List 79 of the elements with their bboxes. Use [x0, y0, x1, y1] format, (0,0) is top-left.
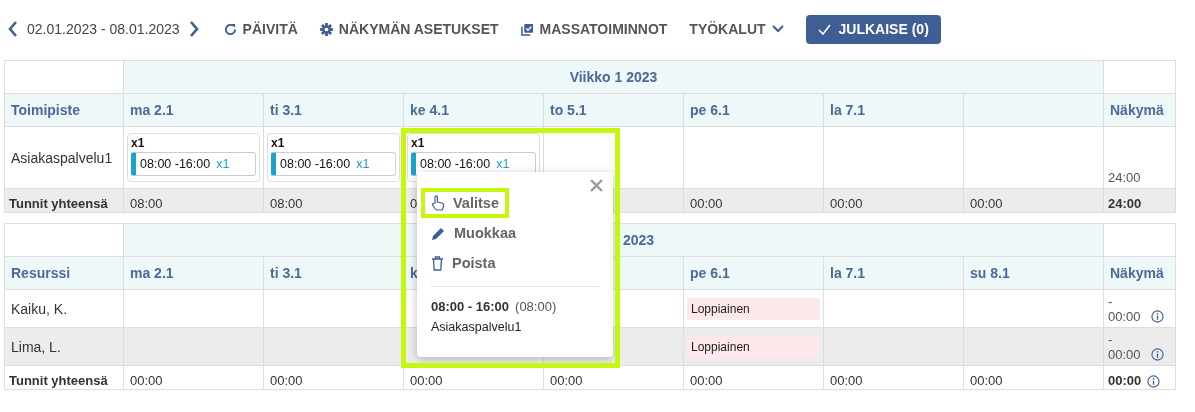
holiday-label: Loppiainen [687, 297, 820, 320]
publish-button[interactable]: JULKAISE (0) [805, 14, 941, 44]
column-header: la 7.1 [824, 94, 964, 127]
slot-count: x1 [356, 157, 370, 171]
column-header: ma 2.1 [124, 94, 264, 127]
total-hours: 00:00 [124, 366, 264, 390]
totals-label: Tunnit yhteensä [5, 366, 124, 390]
column-header: Resurssi [5, 257, 124, 290]
shift-time: 08:00 -16:00 [420, 157, 491, 171]
column-header: pe 6.1 [684, 94, 824, 127]
shift-location: Asiakaspalvelu1 [431, 320, 523, 334]
totals-label: Tunnit yhteensä [5, 189, 124, 213]
column-header: la 7.1 [824, 257, 964, 290]
total-hours: 00:00 [964, 189, 1104, 213]
column-header: pe 6.1 [684, 257, 824, 290]
slot-count: x1 [216, 157, 230, 171]
dash: - [1108, 294, 1113, 309]
slot-count: x1 [496, 157, 510, 171]
view-hours: 00:00 [1108, 309, 1141, 324]
shift-card[interactable]: x1 08:00 -16:00 x1 [267, 133, 400, 182]
column-header: Näkymä [1104, 94, 1176, 127]
toolbar-button[interactable]: MASSATOIMINNOT [520, 21, 668, 37]
toolbar-button[interactable]: NÄKYMÄN ASETUKSET [319, 21, 499, 37]
total-hours: 00:00 [544, 366, 684, 390]
hand-pointer-icon [431, 195, 445, 211]
column-header: ti 3.1 [264, 257, 404, 290]
trash-icon [431, 255, 444, 271]
shift-time: 08:00 - 16:00 [431, 299, 510, 314]
view-hours: 00:00 [1108, 347, 1141, 362]
info-icon[interactable] [1147, 375, 1161, 388]
previous-icon[interactable] [8, 21, 18, 37]
shift-time: 08:00 -16:00 [140, 157, 211, 171]
shift-duration: (08:00) [515, 299, 557, 314]
shift-card[interactable]: x1 08:00 -16:00 x1 [127, 133, 260, 182]
menu-item[interactable]: Valitse [421, 188, 509, 218]
column-header: Toimipiste [5, 94, 124, 127]
chevron-down-icon [771, 25, 784, 33]
total-hours: 00:00 [824, 189, 964, 213]
row-label: Kaiku, K. [5, 290, 124, 328]
total-hours: 00:00 [824, 366, 964, 390]
toolbar-button[interactable]: TYÖKALUT [689, 21, 784, 37]
info-icon[interactable] [1150, 348, 1164, 361]
column-header: ti 3.1 [264, 94, 404, 127]
holiday-label: Loppiainen [687, 335, 820, 358]
shift-count: x1 [131, 136, 146, 150]
total-hours: 00:00 [964, 366, 1104, 390]
total-hours: 08:00 [264, 189, 404, 213]
shift-slot[interactable]: 08:00 -16:00 x1 [271, 152, 396, 176]
close-icon[interactable] [590, 179, 603, 192]
shift-time: 08:00 -16:00 [280, 157, 351, 171]
settings-icon [319, 22, 333, 36]
column-header: ke 4.1 [404, 94, 544, 127]
grand-total: 24:00 [1108, 196, 1142, 211]
refresh-icon [223, 22, 237, 36]
shift-count: x1 [271, 136, 286, 150]
row-label: Asiakaspalvelu1 [5, 127, 124, 189]
view-hours: 24:00 [1108, 170, 1141, 185]
column-header: ma 2.1 [124, 257, 264, 290]
total-hours: 00:00 [404, 366, 544, 390]
grand-total: 00:00 [1108, 373, 1142, 388]
total-hours: 00:00 [684, 189, 824, 213]
row-label: Lima, L. [5, 328, 124, 366]
check-icon [817, 23, 831, 35]
column-header: to 5.1 [544, 94, 684, 127]
date-range: 02.01.2023 - 08.01.2023 [27, 21, 180, 37]
next-icon[interactable] [188, 21, 199, 37]
column-header: Näkymä [1104, 257, 1176, 290]
week-header: Viikko 1 2023 [124, 61, 1104, 94]
toolbar-button[interactable]: PÄIVITÄ [223, 21, 298, 37]
stacked-check-icon [520, 22, 534, 36]
dash: - [1108, 332, 1113, 347]
info-icon[interactable] [1150, 310, 1164, 323]
pencil-icon [431, 225, 446, 241]
total-hours: 00:00 [684, 366, 824, 390]
column-header: su 8.1 [964, 257, 1104, 290]
shift-count: x1 [411, 136, 426, 150]
total-hours: 00:00 [264, 366, 404, 390]
total-hours: 08:00 [124, 189, 264, 213]
shift-slot[interactable]: 08:00 -16:00 x1 [131, 152, 256, 176]
